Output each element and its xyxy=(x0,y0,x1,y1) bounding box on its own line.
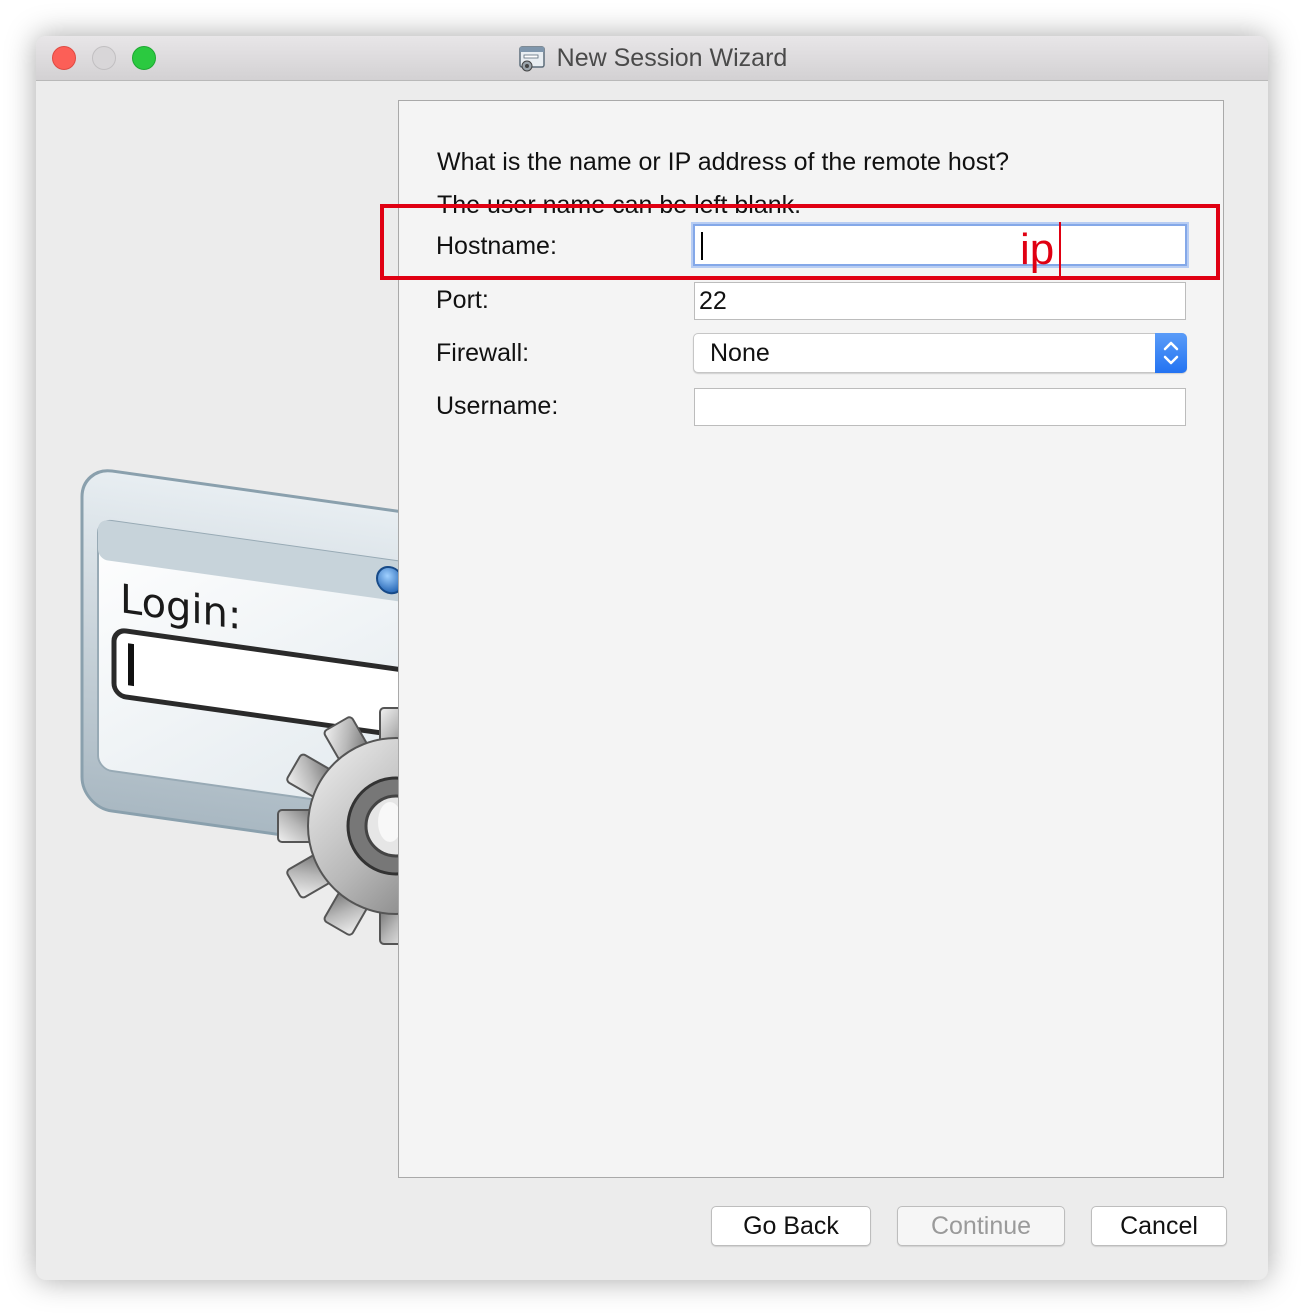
title-bar: New Session Wizard xyxy=(36,36,1268,81)
annotation-caret-line xyxy=(1059,222,1061,278)
terminal-window-icon xyxy=(518,46,545,72)
go-back-button[interactable]: Go Back xyxy=(711,1206,871,1246)
firewall-selected-value: None xyxy=(710,339,770,367)
firewall-select[interactable]: None xyxy=(693,333,1187,373)
continue-button[interactable]: Continue xyxy=(897,1206,1065,1246)
port-field[interactable]: 22 xyxy=(694,282,1186,320)
port-label: Port: xyxy=(436,286,489,314)
annotation-highlight-box xyxy=(380,204,1220,280)
window-title: New Session Wizard xyxy=(556,43,788,72)
cancel-button[interactable]: Cancel xyxy=(1091,1206,1227,1246)
question-line-1: What is the name or IP address of the re… xyxy=(437,148,1010,176)
title-group: New Session Wizard xyxy=(36,36,1268,80)
firewall-label: Firewall: xyxy=(436,339,530,367)
username-field[interactable] xyxy=(694,388,1186,426)
select-stepper[interactable] xyxy=(1155,333,1187,373)
username-label: Username: xyxy=(436,392,559,420)
chevron-up-down-icon xyxy=(1163,341,1179,365)
annotation-text: ip xyxy=(1020,225,1055,274)
